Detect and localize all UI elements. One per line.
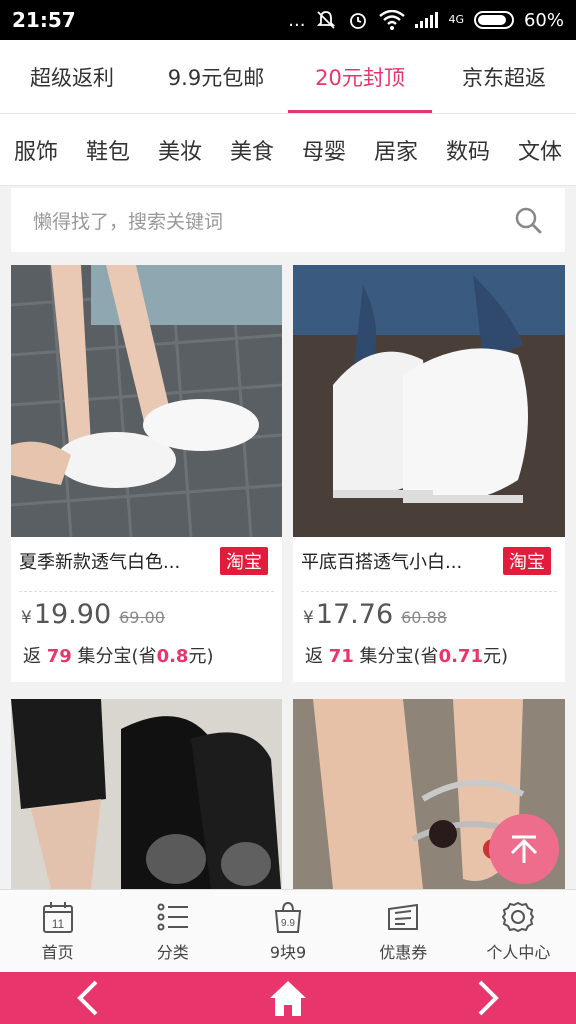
rebate-prefix: 返 bbox=[305, 646, 323, 667]
signal-icon bbox=[415, 12, 439, 28]
top-tabs: 超级返利 9.9元包邮 20元封顶 京东超返 bbox=[0, 40, 576, 114]
gear-icon bbox=[502, 901, 535, 933]
category-digital[interactable]: 数码 bbox=[432, 134, 504, 166]
nav-category[interactable]: 分类 bbox=[115, 890, 230, 972]
forward-arrow-icon[interactable] bbox=[466, 978, 506, 1018]
svg-text:9.9: 9.9 bbox=[281, 918, 295, 929]
nav-coupons[interactable]: 优惠券 bbox=[346, 890, 461, 972]
category-bar: 服饰 鞋包 美妆 美食 母婴 居家 数码 文体 bbox=[0, 114, 576, 186]
category-baby[interactable]: 母婴 bbox=[288, 134, 360, 166]
rebate-points: 71 bbox=[328, 646, 354, 667]
mute-icon bbox=[317, 11, 336, 29]
battery-level: 60% bbox=[523, 9, 564, 31]
nav-home[interactable]: 11 首页 bbox=[0, 890, 115, 972]
arrow-up-icon bbox=[510, 835, 538, 863]
rebate-points: 79 bbox=[46, 646, 72, 667]
category-clothing[interactable]: 服饰 bbox=[0, 134, 72, 166]
rebate-suffix: 元) bbox=[188, 646, 214, 667]
nav-category-label: 分类 bbox=[156, 943, 189, 962]
rebate-suffix: 元) bbox=[482, 646, 509, 667]
product-title[interactable]: 夏季新款透气白色... bbox=[19, 548, 209, 574]
product-image[interactable] bbox=[11, 699, 282, 889]
tab-9-9-free-shipping[interactable]: 9.9元包邮 bbox=[144, 40, 288, 113]
status-time: 21:57 bbox=[12, 8, 76, 32]
coupon-icon bbox=[388, 903, 419, 930]
network-type: 4G bbox=[448, 13, 464, 26]
search-placeholder[interactable]: 懒得找了，搜索关键词 bbox=[33, 207, 513, 234]
product-card[interactable] bbox=[11, 699, 282, 889]
product-image[interactable] bbox=[11, 265, 282, 537]
back-arrow-icon[interactable] bbox=[70, 978, 110, 1018]
home-icon[interactable] bbox=[268, 978, 308, 1018]
rebate-prefix: 返 bbox=[23, 646, 41, 667]
platform-badge: 淘宝 bbox=[503, 547, 551, 575]
original-price: 69.00 bbox=[119, 608, 165, 627]
tab-20-cap[interactable]: 20元封顶 bbox=[288, 40, 432, 113]
currency-symbol: ¥ bbox=[303, 608, 314, 628]
rebate-mid: 集分宝(省 bbox=[359, 646, 439, 667]
nav-9-9-label: 9块9 bbox=[269, 943, 307, 962]
current-price: 19.90 bbox=[33, 599, 112, 630]
battery-icon bbox=[473, 11, 514, 29]
currency-symbol: ¥ bbox=[21, 608, 32, 628]
rebate-save: 0.71 bbox=[438, 646, 483, 667]
list-icon bbox=[157, 903, 188, 931]
product-card[interactable]: 夏季新款透气白色... 淘宝 ¥ 19.90 69.00 返 79 集分宝(省0… bbox=[11, 265, 282, 682]
rebate-info: 返 71 集分宝(省0.71元) bbox=[305, 642, 508, 668]
product-title[interactable]: 平底百搭透气小白... bbox=[301, 548, 491, 574]
category-beauty[interactable]: 美妆 bbox=[144, 134, 216, 166]
rebate-mid: 集分宝(省 bbox=[77, 646, 157, 667]
current-price: 17.76 bbox=[315, 599, 394, 630]
bottom-nav: 11 首页 分类 9.9 9块9 优惠券 个人中心 bbox=[0, 889, 576, 972]
original-price: 60.88 bbox=[401, 608, 447, 627]
tab-jd-rebate[interactable]: 京东超返 bbox=[432, 40, 576, 113]
rebate-save: 0.8 bbox=[156, 646, 189, 667]
calendar-icon: 11 bbox=[42, 902, 73, 933]
category-stationery[interactable]: 文体 bbox=[504, 134, 576, 166]
svg-text:11: 11 bbox=[51, 917, 64, 931]
price-row: ¥ 17.76 60.88 bbox=[303, 599, 447, 630]
system-nav-bar bbox=[0, 972, 576, 1024]
price-row: ¥ 19.90 69.00 bbox=[21, 599, 165, 630]
divider bbox=[19, 591, 274, 592]
status-dots: ... bbox=[288, 9, 306, 31]
product-card[interactable]: 平底百搭透气小白... 淘宝 ¥ 17.76 60.88 返 71 集分宝(省0… bbox=[293, 265, 565, 682]
category-home[interactable]: 居家 bbox=[360, 134, 432, 166]
category-food[interactable]: 美食 bbox=[216, 134, 288, 166]
platform-badge: 淘宝 bbox=[220, 547, 268, 575]
nav-coupons-label: 优惠券 bbox=[379, 943, 428, 962]
alarm-icon bbox=[350, 13, 367, 29]
nav-profile[interactable]: 个人中心 bbox=[461, 890, 576, 972]
product-image[interactable] bbox=[293, 265, 565, 537]
search-icon[interactable] bbox=[513, 205, 543, 235]
category-shoes-bags[interactable]: 鞋包 bbox=[72, 134, 144, 166]
status-icons: ... 4G 60% bbox=[288, 9, 564, 31]
nav-profile-label: 个人中心 bbox=[486, 943, 551, 962]
wifi-icon bbox=[379, 10, 406, 30]
divider bbox=[301, 591, 557, 592]
rebate-info: 返 79 集分宝(省0.8元) bbox=[23, 642, 213, 668]
bag-icon: 9.9 bbox=[274, 901, 302, 933]
back-to-top-button[interactable] bbox=[489, 814, 559, 884]
nav-home-label: 首页 bbox=[41, 943, 74, 962]
nav-9-9[interactable]: 9.9 9块9 bbox=[230, 890, 345, 972]
search-bar[interactable]: 懒得找了，搜索关键词 bbox=[11, 188, 565, 252]
tab-super-rebate[interactable]: 超级返利 bbox=[0, 40, 144, 113]
status-bar: 21:57 ... 4G 60% bbox=[0, 0, 576, 40]
